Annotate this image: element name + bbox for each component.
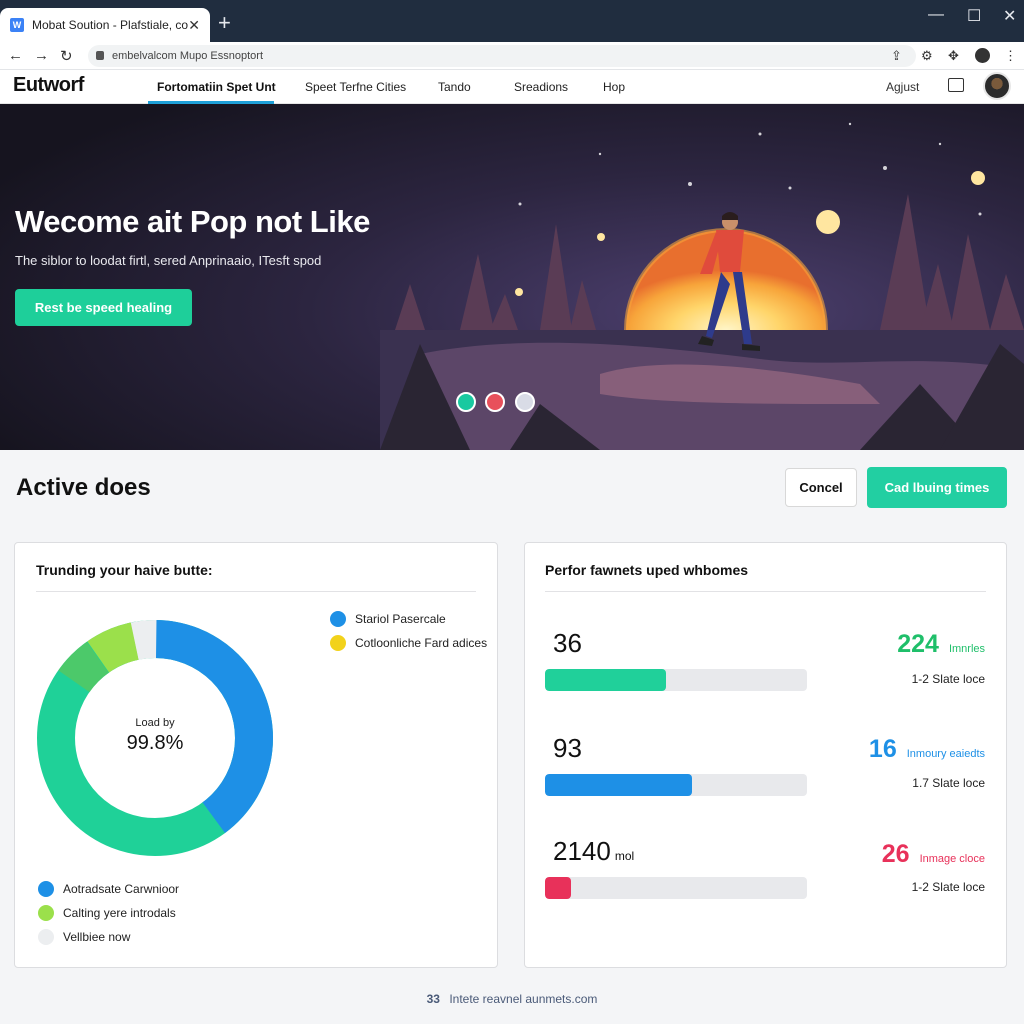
progress-bar-1 — [545, 669, 807, 691]
donut-center-label: Load by — [135, 717, 175, 729]
new-tab-icon[interactable]: + — [218, 12, 231, 34]
cancel-button[interactable]: Concel — [785, 468, 857, 507]
carousel-dot-3[interactable] — [515, 392, 535, 412]
card-divider — [545, 591, 986, 592]
browser-titlebar: W Mobat Soution - Plafstiale, comf ✕ + —… — [0, 0, 1024, 42]
forward-icon[interactable]: → — [34, 47, 49, 64]
nav-item-4[interactable]: Hop — [603, 80, 625, 94]
profile-icon[interactable] — [975, 48, 990, 63]
legend-item-top-1: Stariol Pasercale — [330, 611, 446, 627]
url-text: embelvalcom Mupo Essnoptort — [112, 50, 264, 62]
carousel-dot-2[interactable] — [485, 392, 505, 412]
nav-item-2[interactable]: Tando — [438, 80, 471, 94]
donut-card: Trunding your haive butte: Load by 99.8%… — [14, 542, 498, 968]
hero-cta-button[interactable]: Rest be speed healing — [15, 289, 192, 326]
stat-value-1: 36 — [553, 628, 582, 658]
maximize-icon[interactable]: ☐ — [967, 6, 981, 26]
back-icon[interactable]: ← — [8, 47, 23, 64]
close-window-icon[interactable]: ✕ — [1003, 6, 1016, 26]
progress-fill-2 — [545, 774, 692, 796]
stats-card-title: Perfor fawnets uped whbomes — [545, 562, 749, 578]
legend-label: Calting yere introdals — [63, 906, 176, 920]
legend-item-bottom-1: Aotradsate Carwnioor — [38, 881, 179, 897]
avatar[interactable] — [983, 72, 1011, 100]
share-icon[interactable]: ⇪ — [891, 48, 902, 64]
legend-swatch — [38, 929, 54, 945]
stat-sub-1: 1-2 Slate loce — [911, 672, 985, 686]
legend-label: Aotradsate Carwnioor — [63, 882, 180, 896]
menu-icon[interactable]: ⋮ — [1004, 48, 1017, 64]
puzzle-icon[interactable]: ✥ — [948, 48, 959, 64]
tab-title: Mobat Soution - Plafstiale, comf — [32, 18, 189, 32]
url-input[interactable]: embelvalcom Mupo Essnoptort — [88, 45, 916, 67]
stat-value-2: 93 — [553, 733, 582, 763]
donut-center-value: 99.8% — [126, 732, 184, 754]
nav-item-3[interactable]: Sreadions — [514, 80, 568, 94]
browser-tab[interactable]: W Mobat Soution - Plafstiale, comf ✕ — [0, 8, 210, 42]
carousel-dot-1[interactable] — [456, 392, 476, 412]
card-divider — [36, 591, 476, 592]
window-icon[interactable] — [948, 78, 964, 92]
stats-card: Perfor fawnets uped whbomes 36 224 Imnrl… — [524, 542, 1007, 968]
hero-title: Wecome ait Pop not Like — [15, 204, 370, 239]
lock-icon — [96, 51, 104, 60]
stat-sub-2: 1.7 Slate loce — [912, 776, 985, 790]
address-bar-row: ← → ↻ embelvalcom Mupo Essnoptort ⇪ ⚙ ✥ … — [0, 42, 1024, 70]
legend-item-top-2: Cotloonliche Fard adices — [330, 635, 487, 651]
legend-item-bottom-2: Calting yere introdals — [38, 905, 176, 921]
favicon-icon: W — [10, 18, 24, 32]
site-header: Eutworf Fortomatiin Spet Unt Speet Terfn… — [0, 70, 1024, 104]
legend-label: Stariol Pasercale — [355, 612, 446, 626]
legend-swatch — [38, 905, 54, 921]
legend-swatch — [330, 635, 346, 651]
primary-button[interactable]: Cad lbuing times — [867, 467, 1007, 508]
site-logo[interactable]: Eutworf — [13, 74, 84, 97]
stat-sub-3: 1-2 Slate loce — [911, 880, 985, 894]
extension-icon[interactable]: ⚙ — [921, 48, 933, 64]
stat-right-1: 224 Imnrles — [897, 630, 985, 658]
minimize-icon[interactable]: — — [928, 6, 944, 24]
hero-banner: Wecome ait Pop not Like The siblor to lo… — [0, 104, 1024, 450]
stat-right-3: 26 Inmage cloce — [881, 840, 985, 868]
stat-value-3: 2140 mol — [553, 836, 635, 866]
footer-link[interactable]: Intete reavnel aunmets.com — [449, 992, 597, 1006]
hero-subtitle: The siblor to loodat firtl, sered Anprin… — [15, 253, 322, 268]
donut-card-title: Trunding your haive butte: — [36, 562, 213, 578]
close-tab-icon[interactable]: ✕ — [188, 17, 200, 34]
legend-label: Cotloonliche Fard adices — [355, 636, 488, 650]
reload-icon[interactable]: ↻ — [60, 47, 73, 65]
legend-label: Vellbiee now — [63, 930, 131, 944]
legend-item-bottom-3: Vellbiee now — [38, 929, 130, 945]
footer-icon: 33 — [426, 992, 440, 1006]
stat-right-2: 16 Inmoury eaiedts — [868, 735, 985, 763]
nav-item-0[interactable]: Fortomatiin Spet Unt — [157, 80, 276, 94]
footer: 33 Intete reavnel aunmets.com — [0, 992, 1024, 1006]
progress-bar-3 — [545, 877, 807, 899]
legend-swatch — [330, 611, 346, 627]
nav-item-1[interactable]: Speet Terfne Cities — [305, 80, 406, 94]
hero-illustration — [0, 104, 1024, 450]
section-title: Active does — [16, 474, 151, 501]
progress-fill-1 — [545, 669, 666, 691]
adjust-link[interactable]: Agjust — [886, 80, 919, 94]
progress-bar-2 — [545, 774, 807, 796]
progress-fill-3 — [545, 877, 572, 899]
legend-swatch — [38, 881, 54, 897]
